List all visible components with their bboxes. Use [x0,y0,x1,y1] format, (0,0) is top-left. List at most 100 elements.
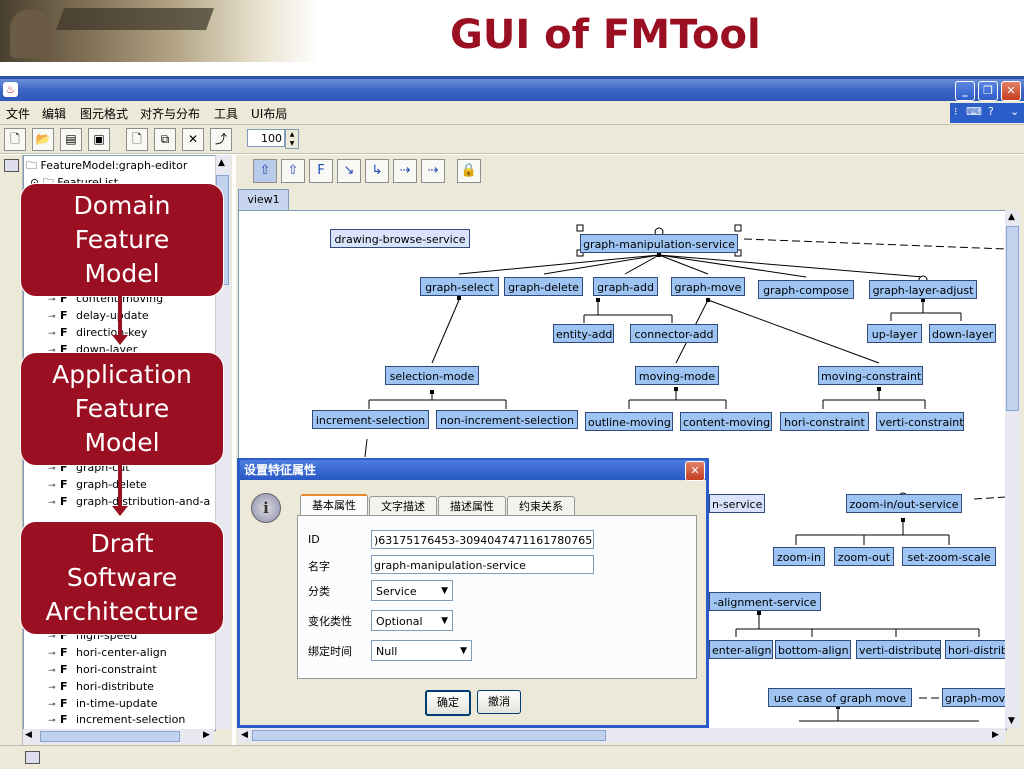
folder-icon: 🗀 [26,159,37,172]
close-window-button[interactable]: ✕ [1001,81,1021,101]
scroll-right-icon[interactable]: ▶ [992,730,999,740]
feature-node[interactable]: verti-distribute [856,640,941,659]
save-icon[interactable]: ▣ [88,128,110,151]
canvas-hscroll-thumb[interactable] [252,730,606,741]
menu-file[interactable]: 文件 [6,105,30,122]
feature-node[interactable]: connector-add [630,324,718,343]
feature-node[interactable]: zoom-in [773,547,825,566]
feature-node[interactable]: graph-compose [758,280,854,299]
tree-item[interactable]: ⊸ Fhori-constraint [48,663,157,679]
ok-button[interactable]: 确定 [425,690,471,716]
feature-node[interactable]: graph-select [420,277,499,296]
feature-node[interactable]: increment-selection [312,410,429,429]
feature-node[interactable]: entity-add [553,324,614,343]
variability-select[interactable]: Optional ▼ [371,610,453,631]
feature-node[interactable]: hori-distrib [945,640,1006,659]
scroll-right-icon[interactable]: ▶ [203,730,210,740]
feature-node[interactable]: moving-constraint [818,366,923,385]
print-icon[interactable]: ▤ [60,128,82,151]
cancel-button[interactable]: 撤消 [477,690,521,714]
dashed-arrow-icon[interactable]: ⇢ [421,159,445,183]
feature-icon: F [60,646,68,659]
category-value: Service [376,585,417,598]
delete-icon[interactable]: ✕ [182,128,204,151]
category-select[interactable]: Service ▼ [371,580,453,601]
feature-node[interactable]: use case of graph move [768,688,912,707]
menu-ui-layout[interactable]: UI布局 [251,105,287,122]
tree-item[interactable]: ⊸ Fdelay-update [48,309,149,325]
feature-node[interactable]: up-layer [867,324,922,343]
name-label: 名字 [308,560,330,573]
minimize-button[interactable]: _ [955,81,975,101]
feature-node[interactable]: graph-layer-adjust [869,280,977,299]
feature-node[interactable]: graph-move [671,277,745,296]
scroll-left-icon[interactable]: ◀ [25,730,32,740]
tree-item[interactable]: ⊸ Fhori-center-align [48,646,167,662]
new-file-icon[interactable]: 🗋 [4,128,26,151]
copy-icon[interactable]: ⧉ [154,128,176,151]
feature-node[interactable]: set-zoom-scale [902,547,996,566]
canvas-scroll-thumb[interactable] [1006,226,1019,411]
line-tool-icon[interactable]: ↘ [337,159,361,183]
id-field[interactable]: )63175176453-3094047471161780765 [371,530,594,549]
scroll-left-icon[interactable]: ◀ [241,730,248,740]
scroll-down-icon[interactable]: ▼ [1008,716,1015,726]
feature-node[interactable]: hori-constraint [780,412,869,431]
binding-time-select[interactable]: Null ▼ [371,640,472,661]
dropdown-icon[interactable]: ⌄ [1010,105,1019,118]
dashed-line-icon[interactable]: ⇢ [393,159,417,183]
feature-node[interactable]: n-service [709,494,765,513]
feature-node[interactable]: graph-mov [942,688,1006,707]
feature-node[interactable]: -alignment-service [709,592,821,611]
menu-edit[interactable]: 编辑 [42,105,66,122]
panel-icon[interactable] [4,159,19,172]
tree-item[interactable]: ⊸ Fdirection-key [48,326,147,342]
select-icon[interactable]: ⇧ [281,159,305,183]
dialog-close-button[interactable]: ✕ [685,461,705,481]
feature-node[interactable]: bottom-align [775,640,851,659]
tree-item[interactable]: ⊸ Fin-time-update [48,697,158,713]
select-up-icon[interactable]: ⇧ [253,159,277,183]
restore-button[interactable]: ❐ [978,81,998,101]
feature-node[interactable]: drawing-browse-service [330,229,470,248]
feature-node[interactable]: non-increment-selection [436,410,578,429]
name-field[interactable]: graph-manipulation-service [371,555,594,574]
tree-item[interactable]: ⊸ Fgraph-delete [48,478,147,494]
feature-node[interactable]: enter-align [709,640,773,659]
tree-item[interactable]: ⊸ Fhori-distribute [48,680,154,696]
keyboard-icon[interactable]: ⌨ [966,105,982,118]
scroll-up-icon[interactable]: ▲ [1008,212,1015,222]
feature-node[interactable]: selection-mode [385,366,479,385]
feature-node[interactable]: zoom-in/out-service [846,494,962,513]
help-icon[interactable]: ? [988,105,994,118]
feature-node[interactable]: verti-constraint [876,412,964,431]
zoom-spinner[interactable]: ▲ ▼ [285,129,299,149]
open-folder-icon[interactable]: 📂 [32,128,54,151]
zoom-input[interactable]: 100 [247,129,285,147]
menu-align[interactable]: 对齐与分布 [140,105,200,122]
feature-node[interactable]: zoom-out [834,547,894,566]
tree-item[interactable]: ⊸ Fgraph-distribution-and-a [48,495,210,511]
tab-view1[interactable]: view1 [238,189,289,210]
tab-description-properties[interactable]: 描述属性 [438,496,506,516]
tab-basic-properties[interactable]: 基本属性 [300,494,368,517]
tree-item[interactable]: ⊸ Fincrement-selection [48,713,185,729]
feature-node[interactable]: outline-moving [585,412,673,431]
scroll-up-icon[interactable]: ▲ [218,158,225,168]
tree-hscroll-thumb[interactable] [40,731,180,742]
menu-tools[interactable]: 工具 [214,105,238,122]
export-icon[interactable]: ⤴ [210,128,232,151]
feature-node[interactable]: down-layer [929,324,996,343]
feature-node[interactable]: graph-add [593,277,658,296]
tab-constraints[interactable]: 约束关系 [507,496,575,516]
elbow-tool-icon[interactable]: ↳ [365,159,389,183]
feature-node[interactable]: moving-mode [635,366,719,385]
new-page-icon[interactable]: 🗋 [126,128,148,151]
feature-node[interactable]: content-moving [680,412,772,431]
tab-text-description[interactable]: 文字描述 [369,496,437,516]
feature-node-selected[interactable]: graph-manipulation-service [580,234,738,253]
lock-icon[interactable]: 🔒 [457,159,481,183]
feature-tool-icon[interactable]: F [309,159,333,183]
feature-node[interactable]: graph-delete [504,277,583,296]
menu-format[interactable]: 图元格式 [80,105,128,122]
